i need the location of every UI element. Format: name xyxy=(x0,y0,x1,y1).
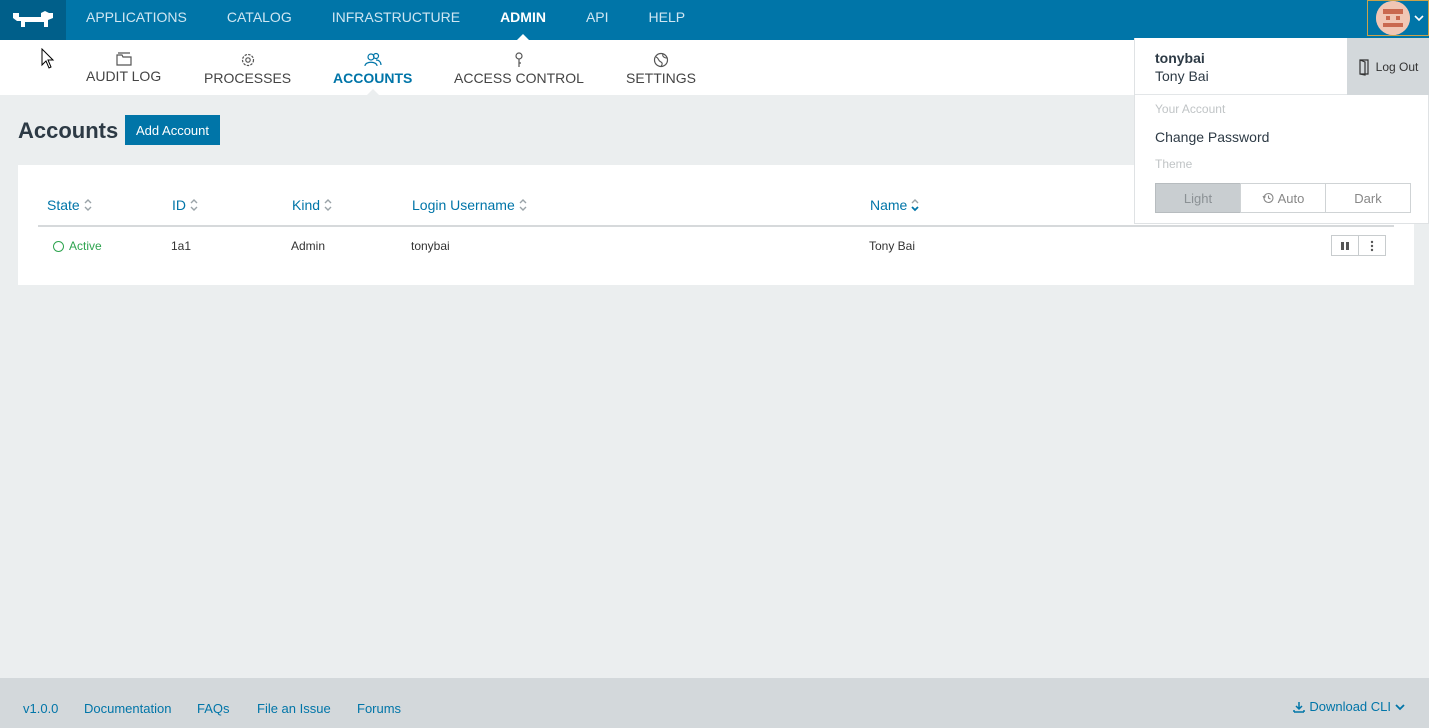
users-icon xyxy=(364,52,382,67)
your-account-label: Your Account xyxy=(1155,102,1226,116)
top-nav-bar: APPLICATIONS CATALOG INFRASTRUCTURE ADMI… xyxy=(0,0,1429,40)
tab-processes[interactable]: PROCESSES xyxy=(204,40,291,95)
row-username: tonybai xyxy=(411,239,450,253)
page-title: Accounts xyxy=(18,118,119,143)
tab-audit-log-label: AUDIT LOG xyxy=(86,68,162,84)
sort-icon xyxy=(84,199,92,211)
column-name-label: Name xyxy=(870,197,908,213)
theme-label: Theme xyxy=(1155,157,1193,171)
tab-settings[interactable]: SETTINGS xyxy=(626,40,696,95)
tab-access-control[interactable]: ACCESS CONTROL xyxy=(454,40,584,95)
column-login-username-label: Login Username xyxy=(412,197,515,213)
nav-help[interactable]: HELP xyxy=(629,0,706,40)
user-fullname: Tony Bai xyxy=(1155,68,1209,84)
rancher-logo[interactable] xyxy=(0,0,66,40)
logout-button[interactable]: Log Out xyxy=(1347,38,1429,95)
folder-icon xyxy=(115,52,132,66)
theme-selector: Light Auto Dark xyxy=(1155,183,1411,213)
version-link[interactable]: v1.0.0 xyxy=(23,701,58,716)
row-state-label: Active xyxy=(69,239,102,253)
main-nav: APPLICATIONS CATALOG INFRASTRUCTURE ADMI… xyxy=(66,0,705,40)
avatar-icon xyxy=(1376,1,1410,35)
user-info: tonybai Tony Bai Log Out xyxy=(1135,38,1429,95)
user-username: tonybai xyxy=(1155,50,1205,66)
rancher-logo-icon xyxy=(13,11,53,27)
column-kind[interactable]: Kind xyxy=(292,197,332,213)
active-status-icon xyxy=(53,240,64,252)
row-kind: Admin xyxy=(291,239,326,253)
row-id: 1a1 xyxy=(171,239,192,253)
column-login-username[interactable]: Login Username xyxy=(412,197,527,213)
theme-auto-button[interactable]: Auto xyxy=(1240,183,1326,213)
nav-applications[interactable]: APPLICATIONS xyxy=(66,0,207,40)
logout-label: Log Out xyxy=(1375,59,1419,74)
theme-auto-label: Auto xyxy=(1277,190,1305,206)
nav-catalog[interactable]: CATALOG xyxy=(207,0,312,40)
column-state[interactable]: State xyxy=(47,197,92,213)
mouse-cursor-icon xyxy=(41,48,55,69)
tab-settings-label: SETTINGS xyxy=(626,70,697,86)
nav-admin[interactable]: ADMIN xyxy=(480,0,566,40)
download-cli-button[interactable]: Download CLI xyxy=(1289,699,1409,714)
download-cli-label: Download CLI xyxy=(1309,699,1391,714)
chevron-down-icon xyxy=(1395,703,1405,710)
row-actions xyxy=(1331,235,1386,256)
nav-infrastructure[interactable]: INFRASTRUCTURE xyxy=(312,0,480,40)
gear-icon xyxy=(241,53,254,67)
sort-active-icon xyxy=(911,199,919,212)
row-state: Active xyxy=(53,239,102,253)
download-icon xyxy=(1293,701,1306,713)
row-name: Tony Bai xyxy=(869,239,916,253)
sort-icon xyxy=(324,199,332,211)
key-icon xyxy=(515,52,523,67)
tab-audit-log[interactable]: AUDIT LOG xyxy=(86,40,161,95)
faqs-link[interactable]: FAQs xyxy=(197,701,230,716)
nav-api[interactable]: API xyxy=(566,0,629,40)
avatar xyxy=(1376,1,1410,35)
user-dropdown-menu: tonybai Tony Bai Log Out Your Account Ch… xyxy=(1134,38,1429,224)
pause-icon xyxy=(1341,241,1349,250)
column-id[interactable]: ID xyxy=(172,197,198,213)
tab-processes-label: PROCESSES xyxy=(204,70,292,86)
tab-accounts[interactable]: ACCOUNTS xyxy=(333,40,412,95)
user-menu-toggle[interactable] xyxy=(1367,0,1429,36)
sort-icon xyxy=(190,199,198,211)
globe-icon xyxy=(653,52,669,68)
change-password-link[interactable]: Change Password xyxy=(1155,129,1269,145)
tab-accounts-label: ACCOUNTS xyxy=(333,70,413,86)
door-icon xyxy=(1359,58,1369,76)
column-id-label: ID xyxy=(172,197,186,213)
column-kind-label: Kind xyxy=(292,197,321,213)
deactivate-button[interactable] xyxy=(1331,235,1359,256)
more-actions-button[interactable] xyxy=(1358,235,1386,256)
vertical-dots-icon xyxy=(1370,240,1374,251)
column-name[interactable]: Name xyxy=(870,197,919,213)
theme-light-button[interactable]: Light xyxy=(1155,183,1241,213)
tab-access-control-label: ACCESS CONTROL xyxy=(454,70,584,86)
chevron-down-icon xyxy=(1414,15,1424,22)
theme-dark-button[interactable]: Dark xyxy=(1325,183,1411,213)
file-issue-link[interactable]: File an Issue xyxy=(257,701,331,716)
column-state-label: State xyxy=(47,197,80,213)
history-icon xyxy=(1262,192,1274,204)
documentation-link[interactable]: Documentation xyxy=(84,701,171,716)
footer: v1.0.0 Documentation FAQs File an Issue … xyxy=(0,678,1429,728)
sort-icon xyxy=(519,199,527,211)
add-account-button[interactable]: Add Account xyxy=(125,115,220,145)
forums-link[interactable]: Forums xyxy=(357,701,401,716)
